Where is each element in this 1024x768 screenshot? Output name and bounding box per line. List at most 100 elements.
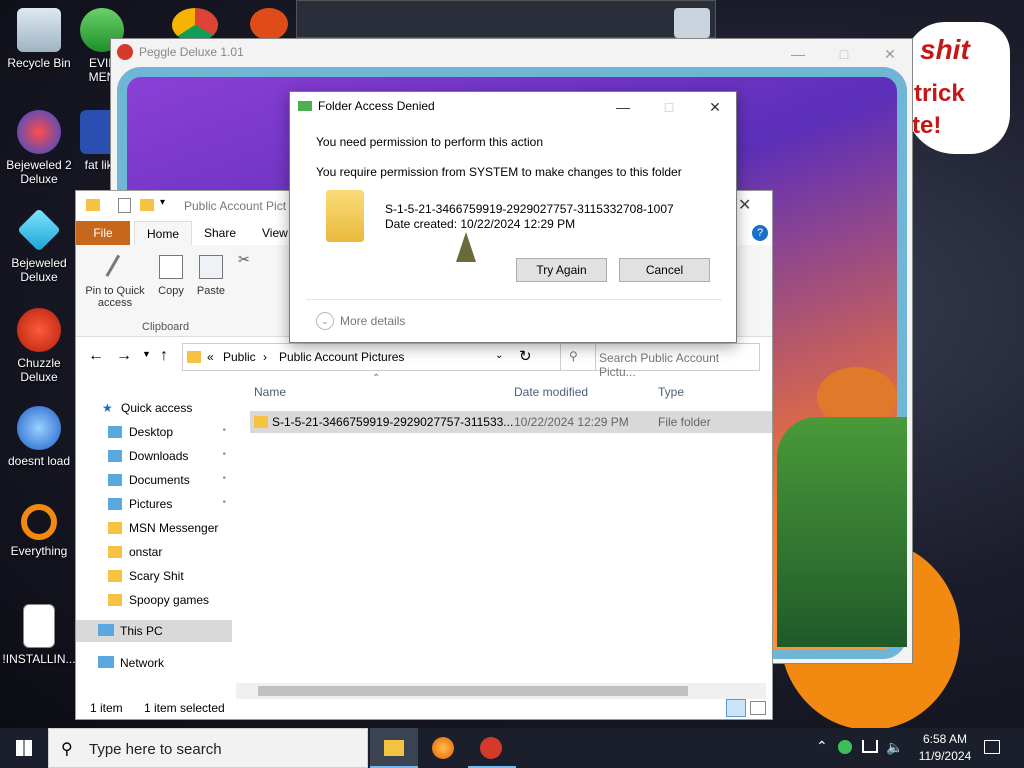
- status-selected: 1 item selected: [144, 701, 225, 715]
- column-name[interactable]: Name: [254, 385, 286, 399]
- nav-item-documents[interactable]: Documents •: [76, 469, 232, 491]
- row-type: File folder: [658, 415, 711, 429]
- copy-button[interactable]: Copy: [154, 255, 188, 297]
- search-icon: ⚲: [61, 741, 73, 758]
- chevron-down-icon[interactable]: ⌄: [316, 312, 334, 330]
- peggle-close-button[interactable]: ✕: [867, 39, 913, 69]
- nav-item-downloads[interactable]: Downloads •: [76, 445, 232, 467]
- desktop-icon-doesnt-load[interactable]: doesnt load: [1, 406, 77, 468]
- taskbar-firefox[interactable]: [420, 728, 468, 768]
- address-bar[interactable]: « Public › Public Account Pictures ⌄ ↻: [182, 343, 596, 371]
- dialog-minimize-button[interactable]: —: [600, 92, 646, 122]
- status-item-count: 1 item: [90, 701, 123, 715]
- nav-this-pc[interactable]: This PC: [76, 620, 232, 642]
- pin-to-quick-access-button[interactable]: Pin to Quick access: [82, 254, 148, 309]
- chevron-down-icon[interactable]: ▾: [160, 197, 165, 208]
- folder-icon: [108, 498, 122, 510]
- folder-icon: [108, 474, 122, 486]
- properties-icon[interactable]: [118, 198, 131, 213]
- large-icons-view-icon[interactable]: [750, 701, 766, 715]
- help-icon[interactable]: ?: [752, 225, 768, 241]
- nav-item-desktop[interactable]: Desktop •: [76, 421, 232, 443]
- try-again-button[interactable]: Try Again: [516, 258, 607, 282]
- up-arrow-icon[interactable]: ↑: [160, 347, 168, 365]
- desktop-icon-installing[interactable]: !INSTALLIN...: [1, 604, 77, 666]
- peggle-maximize-button[interactable]: □: [821, 39, 867, 69]
- address-dropdown-icon[interactable]: ⌄: [495, 350, 503, 361]
- taskbar-search-box[interactable]: ⚲ Type here to search: [48, 728, 368, 768]
- nav-item-msn-messenger[interactable]: MSN Messenger: [76, 517, 232, 539]
- column-type[interactable]: Type: [658, 385, 684, 399]
- folder-access-denied-dialog[interactable]: Folder Access Denied — □ ✕ You need perm…: [289, 91, 737, 343]
- app-icon[interactable]: [250, 8, 288, 40]
- chrome-icon[interactable]: [172, 8, 218, 42]
- more-details-link[interactable]: More details: [340, 314, 405, 328]
- peggle-icon: [480, 737, 502, 759]
- paste-button[interactable]: Paste: [194, 255, 228, 297]
- peggle-grass-art: [777, 417, 907, 647]
- desktop-icon-chuzzle[interactable]: Chuzzle Deluxe: [1, 308, 77, 384]
- address-current[interactable]: Public Account Pictures: [279, 350, 404, 364]
- tab-share[interactable]: Share: [192, 221, 248, 245]
- network-tray-icon[interactable]: [862, 740, 878, 753]
- desktop-icon-bejeweled[interactable]: Bejeweled Deluxe: [1, 208, 77, 284]
- notifications-icon[interactable]: [984, 740, 1000, 754]
- volume-tray-icon[interactable]: 🔈: [886, 739, 903, 756]
- system-clock[interactable]: 6:58 AM 11/9/2024: [910, 731, 980, 765]
- address-overflow[interactable]: «: [207, 350, 214, 364]
- nav-item-scary-shit[interactable]: Scary Shit: [76, 565, 232, 587]
- nav-quick-access[interactable]: ★ Quick access: [76, 397, 234, 419]
- nav-item-onstar[interactable]: onstar: [76, 541, 232, 563]
- address-root[interactable]: Public: [223, 350, 256, 364]
- user-tray-icon[interactable]: [838, 740, 852, 754]
- desktop-icon-bejeweled2[interactable]: Bejeweled 2 Deluxe: [1, 110, 77, 186]
- details-view-icon[interactable]: [726, 699, 746, 717]
- copy-label: Copy: [158, 285, 184, 297]
- new-folder-icon[interactable]: [140, 199, 154, 211]
- taskbar-file-explorer[interactable]: [370, 728, 418, 768]
- table-row[interactable]: S-1-5-21-3466759919-2929027757-311533...…: [250, 411, 772, 433]
- nav-item-label: Spoopy games: [129, 593, 210, 607]
- network-icon: [98, 656, 114, 668]
- column-date-modified[interactable]: Date modified: [514, 385, 588, 399]
- horizontal-scrollbar[interactable]: [236, 683, 766, 699]
- peggle-minimize-button[interactable]: —: [775, 39, 821, 69]
- refresh-icon[interactable]: ↻: [519, 347, 532, 365]
- nav-item-label: MSN Messenger: [129, 521, 219, 535]
- nav-network[interactable]: Network: [76, 652, 232, 674]
- nav-item-label: Pictures: [129, 497, 173, 511]
- nav-item-pictures[interactable]: Pictures •: [76, 493, 232, 515]
- desktop-icon-label: Everything: [10, 544, 68, 558]
- desktop-icon-label: Chuzzle Deluxe: [17, 356, 61, 384]
- desktop-icon-everything[interactable]: Everything: [1, 504, 77, 558]
- desktop-icon-recycle-bin[interactable]: Recycle Bin: [1, 8, 77, 70]
- folder-icon: [108, 570, 122, 582]
- wallpaper-text-3: te!: [912, 112, 942, 139]
- dialog-close-button[interactable]: ✕: [692, 92, 738, 122]
- nav-item-spoopy-games[interactable]: Spoopy games: [76, 589, 232, 611]
- cancel-button[interactable]: Cancel: [619, 258, 710, 282]
- taskbar-peggle[interactable]: [468, 728, 516, 768]
- forward-arrow-icon[interactable]: →: [116, 347, 132, 365]
- recent-chevron-icon[interactable]: ▼: [142, 349, 151, 359]
- show-hidden-icons-chevron-icon[interactable]: ⌃: [816, 738, 828, 755]
- scrollbar-thumb[interactable]: [258, 686, 688, 696]
- start-button[interactable]: [0, 728, 48, 768]
- folder-icon: [86, 199, 100, 211]
- address-row: ← → ▼ ↑ « Public › Public Account Pictur…: [76, 343, 772, 379]
- pin-icon: •: [222, 473, 226, 484]
- explorer-close-button[interactable]: ✕: [738, 195, 751, 215]
- search-input[interactable]: ⚲ Search Public Account Pictu...: [560, 343, 760, 379]
- recycle-bin-top-icon[interactable]: [674, 8, 710, 38]
- cut-icon[interactable]: ✂: [238, 251, 250, 268]
- tab-file[interactable]: File: [76, 221, 130, 245]
- dialog-maximize-button[interactable]: □: [646, 92, 692, 122]
- folder-icon: [108, 546, 122, 558]
- bejeweled2-icon: [17, 110, 61, 154]
- folder-icon: [254, 416, 268, 428]
- cursor-sprite: [456, 232, 476, 262]
- tab-home[interactable]: Home: [134, 221, 193, 245]
- pin-icon: •: [222, 425, 226, 436]
- recycle-bin-icon: [17, 8, 61, 52]
- back-arrow-icon[interactable]: ←: [88, 347, 104, 365]
